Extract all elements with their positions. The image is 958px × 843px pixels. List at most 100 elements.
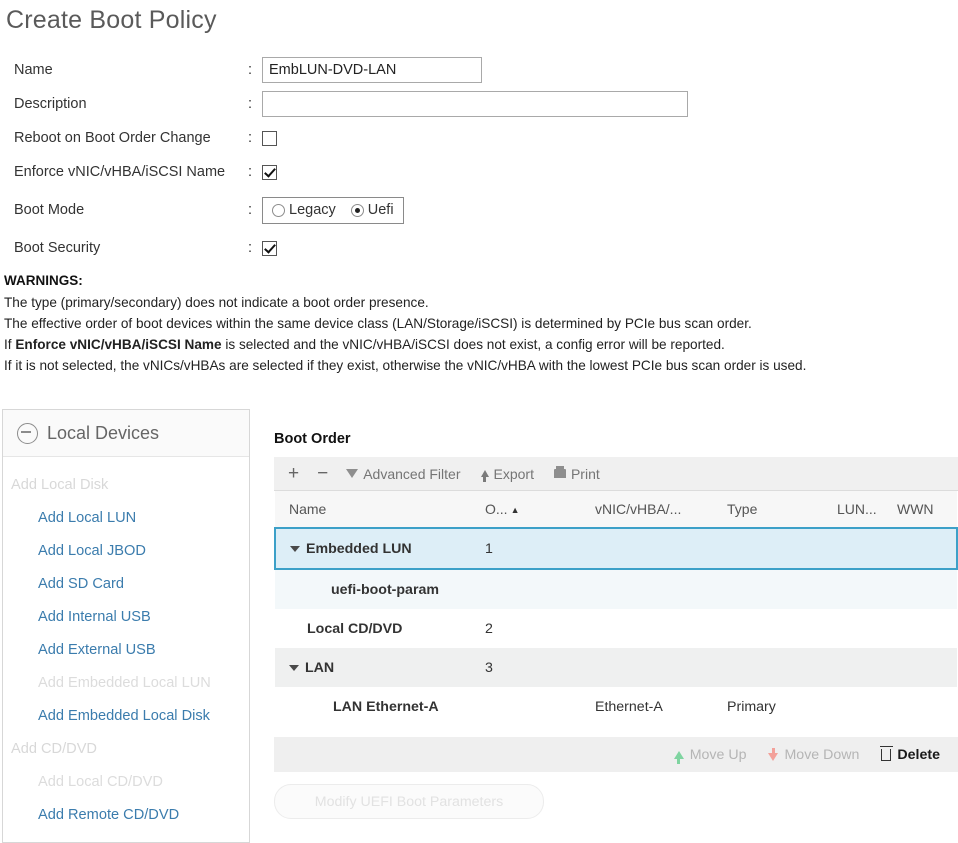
cell-type xyxy=(727,527,837,570)
cell-lun xyxy=(837,609,897,648)
cell-order xyxy=(485,569,595,609)
cell-lun xyxy=(837,569,897,609)
advanced-filter-button[interactable]: Advanced Filter xyxy=(346,465,461,482)
trash-icon xyxy=(879,745,893,761)
delete-button[interactable]: Delete xyxy=(879,745,940,763)
device-link-add-external-usb[interactable]: Add External USB xyxy=(3,634,249,667)
cell-vnic xyxy=(595,569,727,609)
device-link-add-sd-card[interactable]: Add SD Card xyxy=(3,568,249,601)
table-row[interactable]: Local CD/DVD 2 xyxy=(275,609,957,648)
form-row-boot-security: Boot Security : xyxy=(14,231,958,265)
description-label: Description xyxy=(14,96,87,112)
warning-text: is selected and the vNIC/vHBA/iSCSI does… xyxy=(221,337,725,352)
name-label: Name xyxy=(14,62,53,78)
page-title: Create Boot Policy xyxy=(6,6,217,34)
cell-vnic: Ethernet-A xyxy=(595,698,663,715)
column-header-vnic[interactable]: vNIC/vHBA/... xyxy=(595,491,727,529)
device-link-add-internal-usb[interactable]: Add Internal USB xyxy=(3,601,249,634)
table-row[interactable]: LAN 3 xyxy=(275,648,957,687)
colon-separator: : xyxy=(248,164,253,180)
chevron-down-icon[interactable] xyxy=(290,545,300,552)
local-devices-header[interactable]: Local Devices xyxy=(3,410,249,457)
device-link-add-local-cd-dvd: Add Local CD/DVD xyxy=(38,774,163,790)
device-link-add-remote-cd-dvd[interactable]: Add Remote CD/DVD xyxy=(3,799,249,832)
colon-separator: : xyxy=(248,96,253,112)
colon-separator: : xyxy=(248,130,253,146)
local-devices-list: Add Local Disk Add Local LUN Add Local J… xyxy=(3,457,249,832)
reboot-on-change-checkbox[interactable] xyxy=(262,130,277,146)
lower-panels: Local Devices Add Local Disk Add Local L… xyxy=(0,409,958,843)
boot-mode-option-legacy[interactable]: Legacy xyxy=(272,202,336,218)
enforce-name-checkbox[interactable] xyxy=(262,164,277,180)
export-icon xyxy=(480,470,489,482)
form-row-name: Name : xyxy=(14,53,958,87)
warning-line: If Enforce vNIC/vHBA/iSCSI Name is selec… xyxy=(4,334,958,355)
boot-mode-radio-group: Legacy Uefi xyxy=(262,196,404,224)
print-button[interactable]: Print xyxy=(553,465,600,482)
radio-legacy-icon xyxy=(272,203,285,217)
boot-mode-label: Boot Mode xyxy=(14,202,85,218)
cell-wwn xyxy=(897,609,957,648)
device-link-add-local-jbod[interactable]: Add Local JBOD xyxy=(3,535,249,568)
description-input[interactable] xyxy=(262,91,688,117)
move-down-button: Move Down xyxy=(768,747,859,763)
cell-lun xyxy=(837,527,897,570)
export-button[interactable]: Export xyxy=(480,465,534,482)
boot-order-panel: Boot Order + − Advanced Filter Export Pr… xyxy=(250,409,958,843)
cell-order: 2 xyxy=(485,620,493,637)
name-input[interactable] xyxy=(262,57,482,83)
cell-wwn xyxy=(897,569,957,609)
print-label: Print xyxy=(570,465,600,482)
cell-name: Embedded LUN xyxy=(274,527,485,570)
boot-order-title: Boot Order xyxy=(274,431,351,447)
cell-type xyxy=(727,569,837,609)
table-row[interactable]: uefi-boot-param xyxy=(275,569,957,609)
boot-mode-option-uefi[interactable]: Uefi xyxy=(350,202,394,218)
row-name-label: uefi-boot-param xyxy=(331,581,439,598)
row-name-label: Embedded LUN xyxy=(306,540,412,557)
advanced-filter-label: Advanced Filter xyxy=(363,465,461,482)
add-icon[interactable]: + xyxy=(288,464,299,483)
chevron-down-icon[interactable] xyxy=(289,664,299,671)
row-name-lan-ethernet-a: LAN Ethernet-A xyxy=(289,699,485,715)
minus-circle-icon[interactable] xyxy=(17,422,38,444)
device-link-add-local-lun[interactable]: Add Local LUN xyxy=(3,502,249,535)
local-devices-title: Local Devices xyxy=(47,422,160,443)
cell-name: Local CD/DVD xyxy=(275,609,485,648)
cell-type xyxy=(727,648,837,687)
sort-ascending-icon: ▲ xyxy=(510,505,520,516)
boot-order-toolbar: + − Advanced Filter Export Print xyxy=(274,457,958,491)
colon-separator: : xyxy=(248,62,253,78)
table-row[interactable]: Embedded LUN 1 xyxy=(274,527,958,570)
form-row-enforce-name: Enforce vNIC/vHBA/iSCSI Name : xyxy=(14,155,958,189)
device-link-add-embedded-local-disk[interactable]: Add Embedded Local Disk xyxy=(3,700,249,733)
move-down-label: Move Down xyxy=(784,746,860,763)
column-header-order-label: O... xyxy=(485,501,508,517)
column-header-lun[interactable]: LUN... xyxy=(837,491,897,529)
warning-text: The type (primary/secondary) does not in… xyxy=(4,295,429,310)
export-label: Export xyxy=(493,465,534,482)
table-header-row: Name O... ▲ vNIC/vHBA/... Type LUN... WWN xyxy=(275,491,957,529)
column-header-wwn[interactable]: WWN xyxy=(897,491,957,529)
colon-separator: : xyxy=(248,240,253,256)
colon-separator: : xyxy=(248,202,253,218)
cell-lun xyxy=(837,648,897,687)
device-link-add-embedded-local-lun: Add Embedded Local LUN xyxy=(38,675,211,691)
enforce-name-label: Enforce vNIC/vHBA/iSCSI Name xyxy=(14,164,226,180)
warning-text: The effective order of boot devices with… xyxy=(4,316,752,331)
column-header-name[interactable]: Name xyxy=(275,491,485,529)
radio-uefi-icon xyxy=(350,203,364,217)
cell-lun xyxy=(837,687,897,726)
column-header-type[interactable]: Type xyxy=(727,491,837,529)
cell-type xyxy=(727,609,837,648)
boot-order-table: Name O... ▲ vNIC/vHBA/... Type LUN... WWN… xyxy=(274,491,958,726)
boot-security-checkbox[interactable] xyxy=(262,240,277,256)
cell-order xyxy=(485,687,595,726)
row-name-label: LAN Ethernet-A xyxy=(333,698,439,715)
warning-text: If it is not selected, the vNICs/vHBAs a… xyxy=(4,358,807,373)
cell-order: 1 xyxy=(485,527,595,570)
column-header-order[interactable]: O... ▲ xyxy=(485,491,595,529)
form-row-description: Description : xyxy=(14,87,958,121)
table-row[interactable]: LAN Ethernet-A Ethernet-A Primary xyxy=(275,687,957,726)
remove-icon[interactable]: − xyxy=(317,464,328,483)
